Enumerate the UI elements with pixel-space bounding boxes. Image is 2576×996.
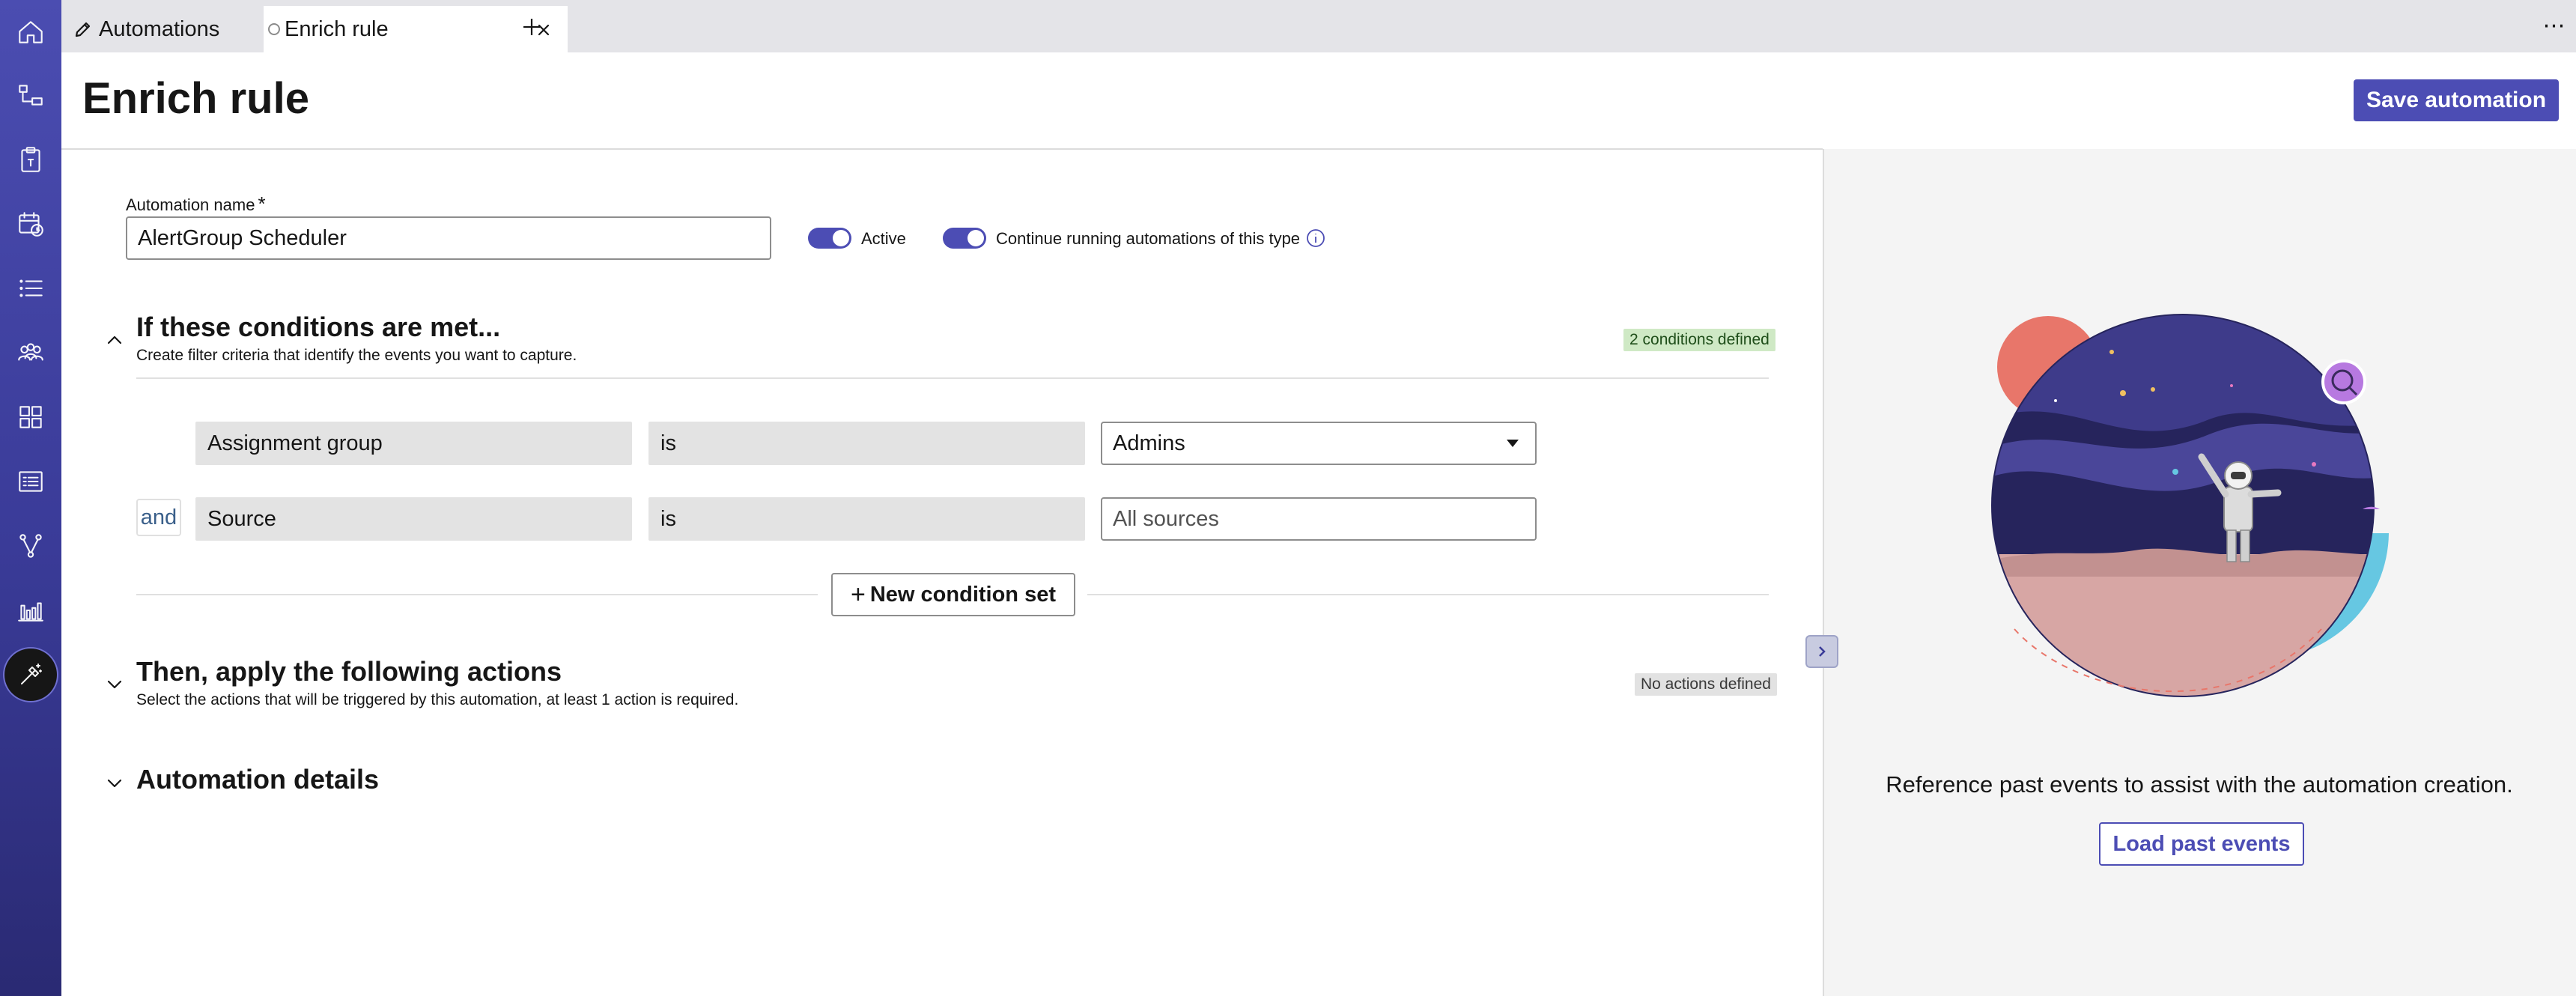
- chevron-right-icon: [1819, 646, 1826, 657]
- new-condition-set-label: New condition set: [869, 582, 1056, 607]
- toggle-knob: [967, 230, 984, 246]
- info-icon[interactable]: [1305, 228, 1326, 249]
- conditions-divider: [136, 377, 1769, 379]
- nav-teams[interactable]: [0, 321, 61, 385]
- new-condition-set-button[interactable]: + New condition set: [831, 573, 1075, 616]
- tab-enrich-rule-label: Enrich rule: [285, 16, 389, 41]
- conditions-title: If these conditions are met...: [136, 312, 501, 342]
- clipboard-icon: [21, 147, 40, 172]
- actions-count-badge: No actions defined: [1635, 673, 1777, 696]
- grid-icon: [19, 406, 42, 428]
- branch-icon: [19, 534, 42, 558]
- conditions-collapse-toggle[interactable]: [103, 329, 126, 351]
- overflow-menu-button[interactable]: ⋯: [2543, 15, 2566, 37]
- team-icon: [18, 343, 43, 361]
- caret-down-icon: [1507, 440, 1519, 447]
- nav-automations[interactable]: [0, 643, 61, 707]
- nav-events[interactable]: [0, 449, 61, 514]
- required-mark: *: [258, 192, 266, 215]
- condition-operator[interactable]: is: [648, 497, 1085, 541]
- list-icon: [19, 279, 43, 297]
- tab-bar: Automations Enrich rule ⋯: [61, 0, 2576, 52]
- header-divider: [61, 148, 1823, 150]
- chevron-down-icon: [107, 680, 122, 689]
- condition-operator[interactable]: is: [648, 422, 1085, 465]
- condition-field[interactable]: Assignment group: [195, 422, 632, 465]
- home-icon: [19, 21, 43, 43]
- nav-tasks[interactable]: [0, 127, 61, 192]
- continue-running-toggle[interactable]: [943, 228, 986, 249]
- past-events-text: Reference past events to assist with the…: [1886, 771, 2513, 798]
- nav-topology[interactable]: [0, 514, 61, 578]
- nav-dashboards[interactable]: [0, 385, 61, 449]
- calendar-clock-icon: [19, 212, 43, 237]
- plus-icon: [523, 19, 540, 35]
- condition-connector: and: [136, 499, 181, 536]
- details-title: Automation details: [136, 764, 380, 795]
- condition-value-input[interactable]: All sources: [1101, 497, 1537, 541]
- nav-insights[interactable]: [0, 578, 61, 643]
- details-expand-toggle[interactable]: [103, 772, 126, 795]
- pencil-icon: [75, 22, 91, 37]
- load-past-events-button[interactable]: Load past events: [2099, 822, 2304, 866]
- conditions-description: Create filter criteria that identify the…: [136, 347, 577, 364]
- ellipsis-icon: ⋯: [2542, 13, 2566, 38]
- nav-schedule[interactable]: [0, 192, 61, 256]
- magic-wand-icon: [21, 664, 42, 684]
- table-list-icon: [19, 471, 43, 492]
- nav-flows[interactable]: [0, 63, 61, 127]
- page-title: Enrich rule: [82, 74, 309, 123]
- panel-collapse-button[interactable]: [1805, 635, 1838, 668]
- continue-running-label: Continue running automations of this typ…: [996, 229, 1301, 248]
- loading-icon: [268, 23, 280, 35]
- bar-chart-icon: [18, 602, 43, 622]
- condition-value-text: Admins: [1113, 431, 1185, 455]
- nav-home[interactable]: [0, 0, 61, 64]
- plus-icon: +: [851, 580, 866, 609]
- tab-automations[interactable]: Automations: [73, 6, 261, 52]
- nav-rail: [0, 0, 61, 996]
- nav-list[interactable]: [0, 256, 61, 321]
- chevron-down-icon: [107, 779, 122, 788]
- new-tab-button[interactable]: [520, 15, 544, 39]
- condition-value-select[interactable]: Admins: [1101, 422, 1537, 465]
- nav-active-indicator: [4, 649, 57, 701]
- conditions-count-badge: 2 conditions defined: [1623, 329, 1775, 351]
- chevron-up-icon: [107, 335, 122, 344]
- condition-set-divider-right: [1087, 594, 1769, 595]
- actions-expand-toggle[interactable]: [103, 673, 126, 696]
- actions-description: Select the actions that will be triggere…: [136, 691, 739, 708]
- flow-icon: [19, 85, 43, 106]
- tab-automations-label: Automations: [99, 16, 220, 41]
- toggle-knob: [833, 230, 849, 246]
- automation-name-label: Automation name *: [126, 192, 266, 216]
- astronaut-illustration: [1991, 314, 2389, 697]
- condition-set-divider-left: [136, 594, 818, 595]
- actions-title: Then, apply the following actions: [136, 656, 562, 687]
- active-toggle-label: Active: [861, 229, 906, 248]
- active-toggle[interactable]: [808, 228, 851, 249]
- automation-name-label-text: Automation name: [126, 195, 255, 214]
- condition-field[interactable]: Source: [195, 497, 632, 541]
- save-automation-button[interactable]: Save automation: [2354, 79, 2559, 121]
- automation-name-input[interactable]: [126, 216, 771, 260]
